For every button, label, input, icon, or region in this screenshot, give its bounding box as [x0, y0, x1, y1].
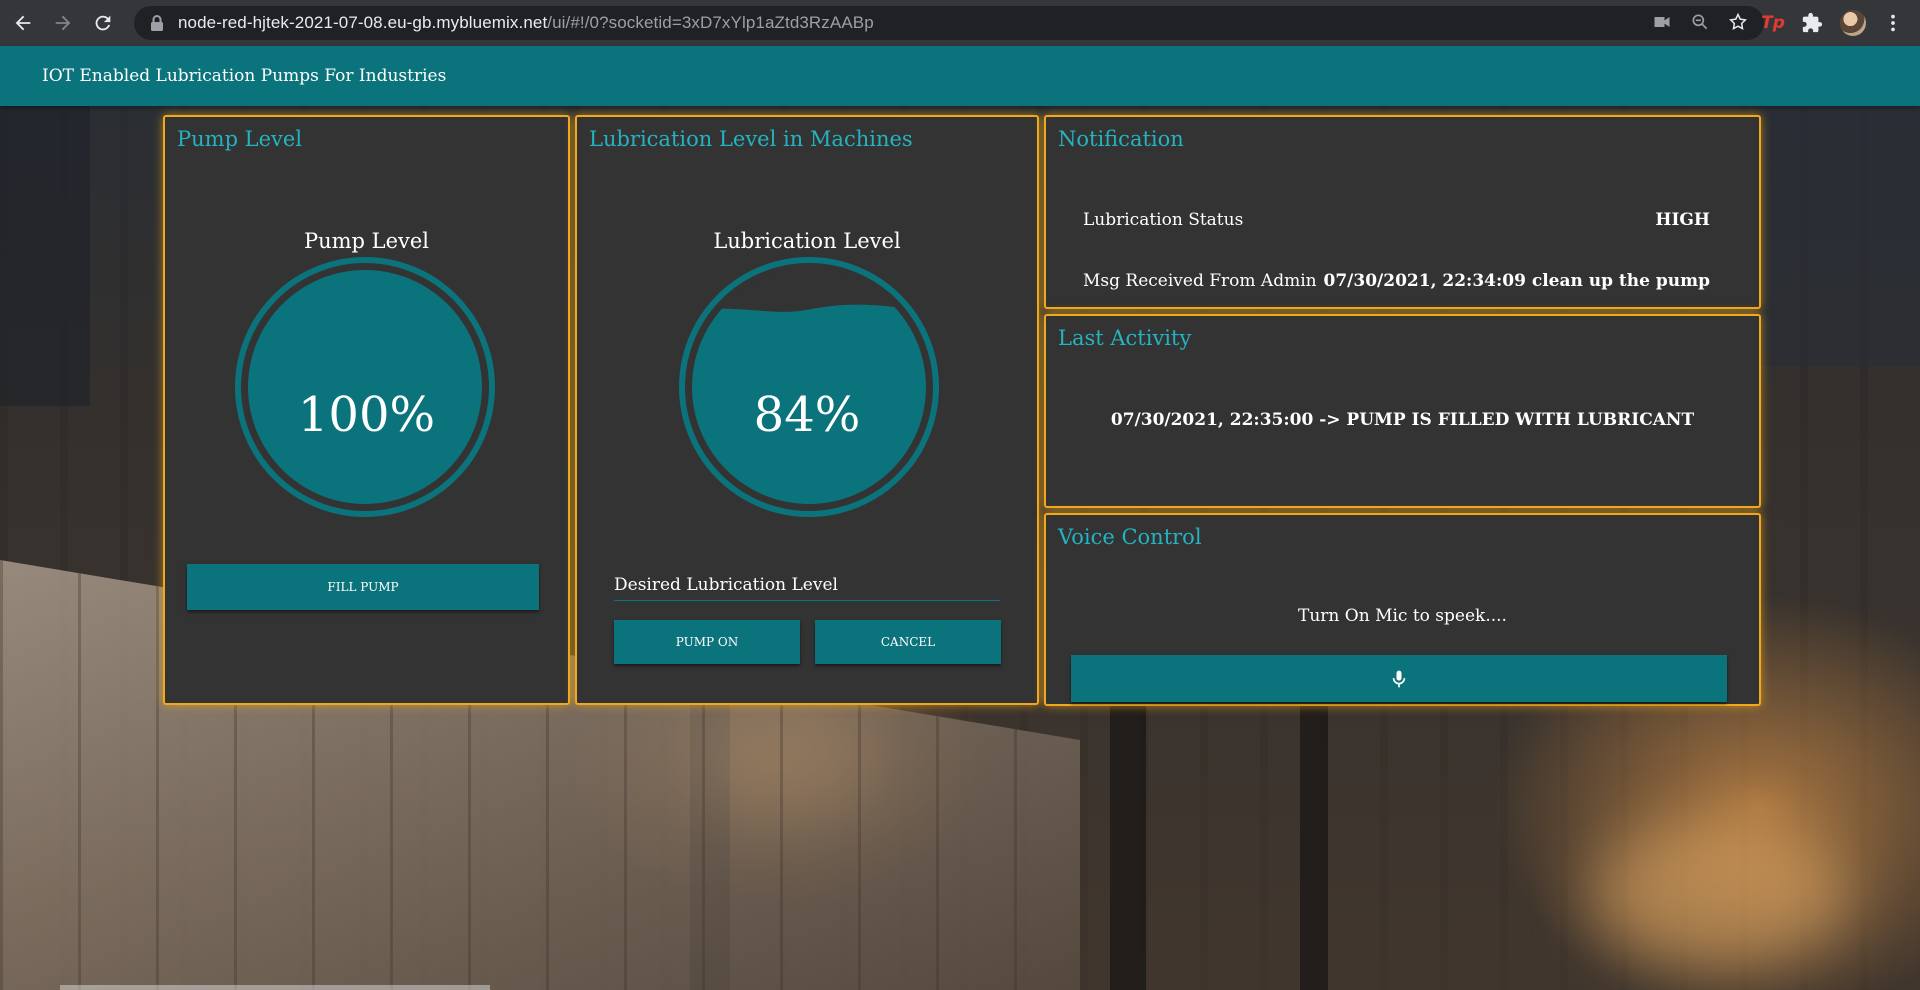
- star-icon[interactable]: [1728, 12, 1748, 32]
- pump-card-title: Pump Level: [177, 127, 303, 151]
- activity-card-title: Last Activity: [1058, 326, 1192, 350]
- browser-toolbar: node-red-hjtek-2021-07-08.eu-gb.mybluemi…: [0, 0, 1920, 46]
- menu-button[interactable]: [1876, 6, 1910, 40]
- extensions-button[interactable]: [1795, 6, 1829, 40]
- back-button[interactable]: [6, 6, 40, 40]
- notification-card: Notification Lubrication Status HIGH Msg…: [1044, 115, 1761, 309]
- arrow-left-icon: [15, 15, 31, 31]
- address-bar[interactable]: node-red-hjtek-2021-07-08.eu-gb.mybluemi…: [134, 6, 1764, 40]
- url-host: node-red-hjtek-2021-07-08.eu-gb.mybluemi…: [178, 13, 548, 32]
- pump-on-button[interactable]: PUMP ON: [614, 620, 800, 664]
- voice-status-text: Turn On Mic to speek....: [1298, 606, 1507, 626]
- desired-level-input[interactable]: [614, 600, 1000, 601]
- lubrication-card-title: Lubrication Level in Machines: [589, 127, 913, 151]
- last-activity-card: Last Activity 07/30/2021, 22:35:00 -> PU…: [1044, 314, 1761, 508]
- app-title: IOT Enabled Lubrication Pumps For Indust…: [42, 66, 447, 86]
- desired-level-input-label: Desired Lubrication Level: [614, 575, 838, 595]
- url-text: node-red-hjtek-2021-07-08.eu-gb.mybluemi…: [178, 13, 874, 33]
- cancel-button[interactable]: CANCEL: [815, 620, 1001, 664]
- background-structure: [1760, 106, 1920, 366]
- zoom-icon[interactable]: [1690, 12, 1710, 32]
- extension-tp-icon: Tp: [1761, 13, 1785, 33]
- lubrication-status-label: Lubrication Status: [1083, 210, 1244, 230]
- reload-icon: [95, 15, 111, 31]
- admin-message-label: Msg Received From Admin: [1083, 271, 1317, 291]
- lock-icon: [151, 15, 163, 31]
- last-activity-text: 07/30/2021, 22:35:00 -> PUMP IS FILLED W…: [1110, 410, 1695, 430]
- lubrication-gauge-label: Lubrication Level: [713, 229, 901, 253]
- extension-tp-button[interactable]: Tp: [1756, 6, 1790, 40]
- background-structure: [0, 106, 90, 406]
- scroll-indicator: [60, 985, 490, 990]
- microphone-button[interactable]: [1071, 655, 1727, 702]
- pump-gauge-label: Pump Level: [303, 229, 430, 253]
- lubrication-gauge-value: 84%: [753, 387, 861, 443]
- admin-message-value: 07/30/2021, 22:34:09 clean up the pump: [1323, 271, 1710, 291]
- reload-button[interactable]: [86, 6, 120, 40]
- puzzle-icon: [1802, 12, 1823, 33]
- pump-gauge-value: 100%: [297, 387, 436, 443]
- camera-icon[interactable]: [1652, 12, 1672, 32]
- app-header: IOT Enabled Lubrication Pumps For Indust…: [0, 46, 1920, 106]
- arrow-right-icon: [55, 15, 71, 31]
- notification-card-title: Notification: [1058, 127, 1184, 151]
- fill-pump-button[interactable]: FILL PUMP: [187, 564, 539, 610]
- avatar-image: [1840, 10, 1866, 36]
- forward-button[interactable]: [46, 6, 80, 40]
- voice-control-card: Voice Control Turn On Mic to speek....: [1044, 513, 1761, 706]
- background-light: [1590, 820, 1850, 970]
- more-vertical-icon: [1891, 14, 1895, 32]
- profile-avatar[interactable]: [1836, 6, 1870, 40]
- pump-level-card: Pump Level Pump Level 100% FILL PUMP: [163, 115, 570, 705]
- microphone-icon: [1392, 670, 1406, 687]
- lubrication-level-card: Lubrication Level in Machines Lubricatio…: [575, 115, 1039, 705]
- lubrication-status-value: HIGH: [1655, 210, 1710, 230]
- url-path: /ui/#!/0?socketid=3xD7xYlp1aZtd3RzAABp: [547, 13, 874, 32]
- voice-card-title: Voice Control: [1058, 525, 1202, 549]
